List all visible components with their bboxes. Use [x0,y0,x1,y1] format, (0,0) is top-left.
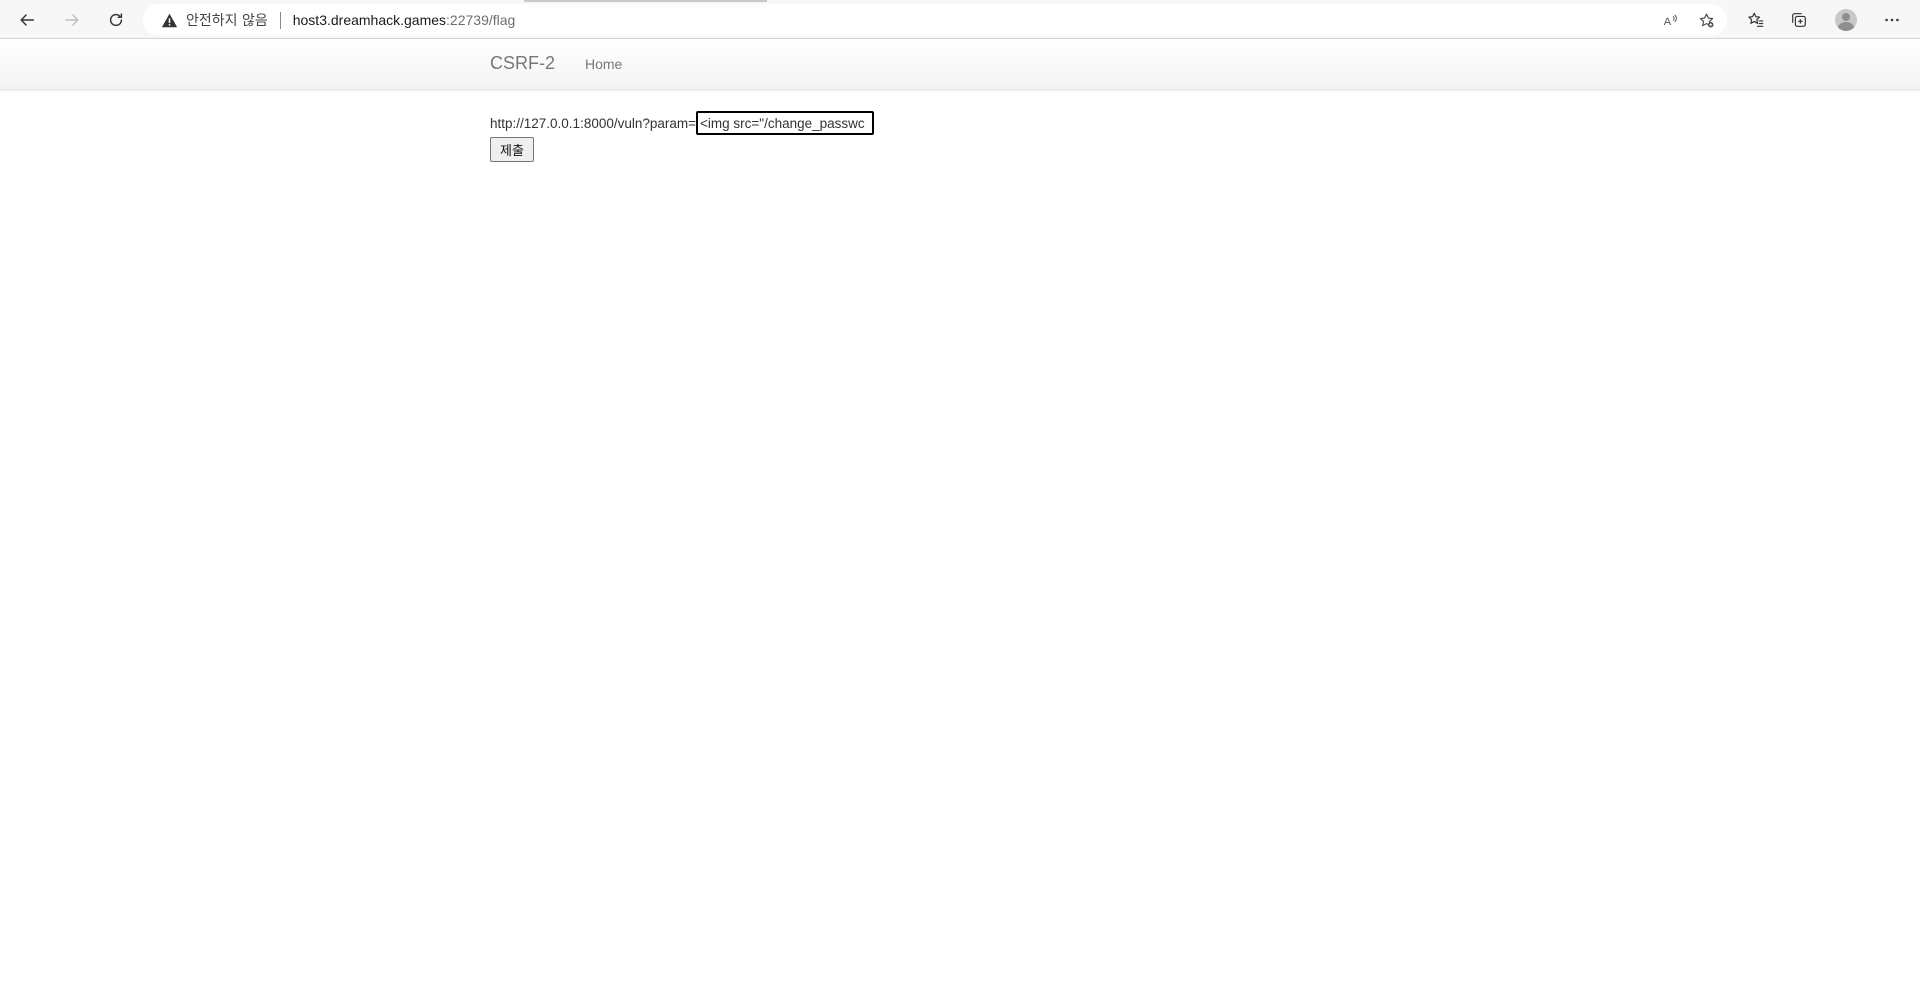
param-form: http://127.0.0.1:8000/vuln?param= [490,111,875,135]
avatar [1835,9,1857,31]
profile-button[interactable] [1830,4,1862,36]
warning-icon[interactable] [161,12,178,29]
address-bar-actions: A [1657,4,1719,36]
site-navbar: CSRF-2 Home [0,39,1920,90]
forward-button[interactable] [56,4,88,36]
nav-home-link[interactable]: Home [585,56,622,72]
svg-text:A: A [1663,15,1671,27]
url-host[interactable]: host3.dreamhack.games [293,12,446,28]
param-label: http://127.0.0.1:8000/vuln?param= [490,115,697,131]
submit-button[interactable]: 제출 [490,137,534,162]
collections-button[interactable] [1783,4,1815,36]
reload-icon [109,13,123,27]
read-aloud-icon[interactable]: A [1657,7,1683,33]
tab-indicator [524,0,767,2]
favorites-button[interactable] [1740,4,1772,36]
url-path[interactable]: :22739/flag [446,12,515,28]
address-separator [279,11,281,29]
reload-button[interactable] [100,4,132,36]
security-label[interactable]: 안전하지 않음 [186,10,268,30]
browser-toolbar: 안전하지 않음 host3.dreamhack.games:22739/flag… [0,0,1920,39]
collections-icon [1792,13,1806,27]
more-icon [1885,18,1899,22]
back-button[interactable] [11,4,43,36]
forward-arrow-icon [64,14,79,26]
add-favorite-icon[interactable] [1693,7,1719,33]
param-input[interactable] [696,111,875,135]
favorites-icon [1748,12,1764,27]
address-bar[interactable]: 안전하지 않음 host3.dreamhack.games:22739/flag… [143,4,1727,36]
settings-menu-button[interactable] [1876,4,1908,36]
navbar-brand[interactable]: CSRF-2 [490,53,555,74]
back-arrow-icon [20,14,35,26]
